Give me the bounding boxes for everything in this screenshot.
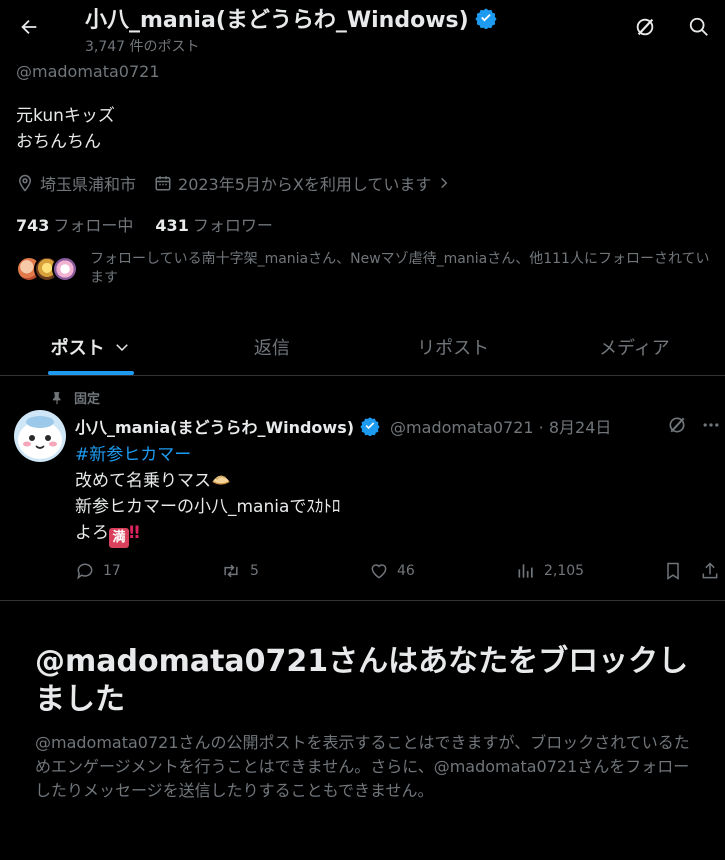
- calendar-icon: [155, 176, 171, 191]
- profile-header: 小八_mania(まどうらわ_Windows) 3,747 件のポスト: [0, 0, 725, 60]
- verified-badge-icon: [475, 8, 497, 29]
- known-followers-avatars: [16, 250, 78, 284]
- blocked-description: @madomata0721さんの公開ポストを表示することはできますが、ブロックさ…: [35, 733, 690, 800]
- heart-icon: [371, 564, 387, 579]
- reply-icon: [77, 563, 93, 580]
- location-pin-icon: [18, 174, 32, 192]
- grok-icon: [636, 18, 654, 36]
- follow-stats: 743 フォロー中 431 フォロワー: [16, 212, 273, 236]
- like-button[interactable]: 46: [369, 561, 415, 581]
- back-button[interactable]: [12, 10, 46, 44]
- gyoza-emoji-icon: [212, 475, 230, 485]
- chevron-right-icon: [441, 177, 448, 189]
- grok-icon: [669, 417, 685, 433]
- tab-label: リポスト: [417, 337, 490, 359]
- reply-count: 17: [103, 563, 121, 579]
- profile-tabs: ポスト 返信 リポスト メディア: [0, 318, 725, 376]
- post-author-name[interactable]: 小八_mania(まどうらわ_Windows): [75, 414, 354, 438]
- share-icon: [702, 562, 718, 579]
- blocked-title: @madomata0721さんはあなたをブロックしました: [35, 644, 689, 717]
- header-title-block: 小八_mania(まどうらわ_Windows) 3,747 件のポスト: [85, 2, 497, 56]
- views-button[interactable]: 2,105: [516, 561, 584, 581]
- views-count: 2,105: [544, 563, 585, 579]
- repost-count: 5: [250, 563, 259, 579]
- pinned-indicator: 固定: [50, 388, 100, 407]
- post-handle-date[interactable]: @madomata0721 · 8月24日: [390, 414, 611, 438]
- repost-button[interactable]: 5: [220, 561, 259, 581]
- page-title: 小八_mania(まどうらわ_Windows): [85, 8, 469, 33]
- post-line: よろ満 ‼: [75, 520, 340, 548]
- chevron-down-icon: [115, 343, 128, 351]
- like-count: 46: [397, 563, 415, 579]
- pin-icon: [52, 391, 61, 404]
- tab-replies[interactable]: 返信: [181, 318, 362, 375]
- followers-label: フォロワー: [192, 216, 273, 235]
- profile-meta: 埼玉県浦和市 2023年5月からXを利用しています: [16, 171, 469, 195]
- arrow-left-icon: [21, 19, 37, 35]
- bookmark-button[interactable]: [663, 561, 683, 581]
- search-icon: [689, 17, 708, 36]
- following-label: フォロー中: [53, 216, 134, 235]
- repost-icon: [224, 564, 238, 578]
- location: 埼玉県浦和市: [16, 171, 136, 195]
- post-actions: 17 5 46 2,105: [75, 561, 725, 585]
- followers-count: 431: [155, 216, 189, 235]
- tab-label: メディア: [599, 337, 670, 359]
- post-text: #新参ヒカマー 改めて名乗りマス 新参ヒカマーの小八_maniaでｽｶﾄﾛ よろ…: [75, 442, 340, 548]
- post-line-text: 新参ヒカマーの小八_maniaでｽｶﾄﾛ: [75, 497, 341, 517]
- bio-line: 元kunキッズ: [16, 106, 115, 126]
- bookmark-icon: [667, 562, 679, 580]
- profile-handle: @madomata0721: [16, 62, 160, 81]
- post-count: 3,747 件のポスト: [85, 39, 200, 55]
- tab-posts[interactable]: ポスト: [0, 318, 181, 375]
- hashtag-link[interactable]: #新参ヒカマー: [75, 442, 340, 468]
- post-line: 改めて名乗りマス: [75, 468, 340, 494]
- more-icon: [703, 423, 719, 427]
- followers-you-know[interactable]: フォローしている南十字架_maniaさん、Newマゾ虐待_maniaさん、他11…: [16, 250, 716, 286]
- post-more-button[interactable]: [699, 413, 723, 437]
- followers-known-text: フォローしている南十字架_maniaさん、Newマゾ虐待_maniaさん、他11…: [90, 251, 710, 286]
- reply-button[interactable]: 17: [75, 561, 121, 581]
- following-link[interactable]: 743 フォロー中: [16, 212, 133, 236]
- tab-label: ポスト: [50, 337, 105, 359]
- post-author-avatar[interactable]: [14, 410, 66, 462]
- double-exclamation-icon: ‼: [129, 523, 140, 543]
- joined-text: 2023年5月からXを利用しています: [178, 175, 432, 194]
- avatar-image: [14, 410, 66, 462]
- profile-bio: 元kunキッズ おちんちん: [16, 103, 115, 155]
- divider: [0, 600, 725, 601]
- views-chart-icon: [518, 564, 533, 578]
- post-grok-button[interactable]: [665, 413, 689, 437]
- followers-link[interactable]: 431 フォロワー: [155, 212, 272, 236]
- tab-reposts[interactable]: リポスト: [363, 318, 544, 375]
- joined-date[interactable]: 2023年5月からXを利用しています: [154, 171, 451, 195]
- pinned-label: 固定: [74, 392, 101, 407]
- following-count: 743: [16, 216, 50, 235]
- post-header: 小八_mania(まどうらわ_Windows) @madomata0721 · …: [75, 414, 611, 438]
- bio-line: おちんちん: [16, 132, 101, 152]
- avatar: [52, 256, 78, 282]
- man-emoji-icon: 満: [109, 528, 129, 548]
- post-line-text: よろ: [75, 523, 109, 543]
- location-text: 埼玉県浦和市: [40, 175, 137, 194]
- active-tab-indicator: [47, 371, 134, 375]
- share-button[interactable]: [700, 561, 720, 581]
- post-line-text: 改めて名乗りマス: [75, 471, 211, 491]
- search-button[interactable]: [684, 12, 714, 42]
- tab-label: 返信: [253, 337, 290, 359]
- verified-badge-icon: [360, 417, 380, 436]
- grok-button[interactable]: [630, 12, 660, 42]
- tab-media[interactable]: メディア: [544, 318, 725, 375]
